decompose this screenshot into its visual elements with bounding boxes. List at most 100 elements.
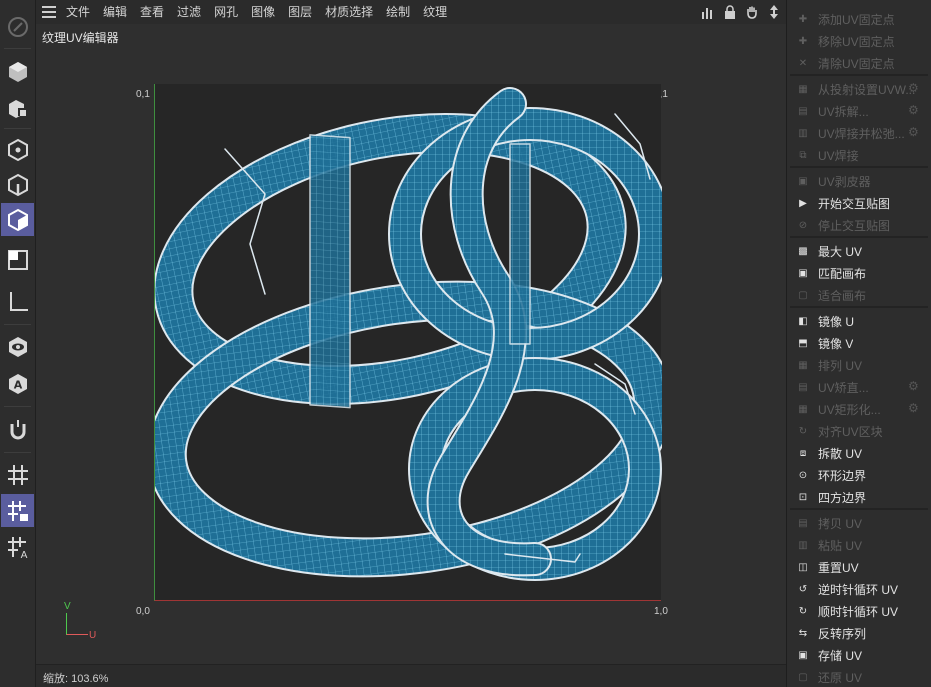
panel-separator — [790, 74, 928, 76]
command-label: 移除UV固定点 — [818, 34, 895, 49]
histogram-icon[interactable] — [700, 4, 716, 20]
command-stop: ⊘ 停止交互贴图 — [790, 214, 928, 236]
menu-layer[interactable]: 图层 — [288, 0, 312, 24]
menu-image[interactable]: 图像 — [251, 0, 275, 24]
command-label: UV拆解... — [818, 104, 869, 119]
menu-material-select[interactable]: 材质选择 — [325, 0, 373, 24]
left-toolbar: A A — [0, 0, 36, 687]
uv-canvas[interactable] — [146, 84, 674, 601]
lock-icon[interactable] — [722, 4, 738, 20]
move-vertical-icon[interactable] — [766, 4, 782, 20]
gear-icon[interactable]: ⚙ — [908, 379, 924, 395]
gear-icon[interactable]: ⚙ — [908, 103, 924, 119]
command-label: 添加UV固定点 — [818, 12, 895, 27]
command-reset[interactable]: ◫ 重置UV — [790, 556, 928, 578]
command-label: UV剥皮器 — [818, 174, 871, 189]
command-label: 镜像 V — [818, 336, 854, 351]
command-square-border[interactable]: ⊡ 四方边界 — [790, 486, 928, 508]
magnet-icon[interactable] — [1, 413, 34, 446]
rotate-cw-icon: ↻ — [798, 605, 808, 617]
hand-pan-icon[interactable] — [744, 4, 760, 20]
polygon-mode-icon[interactable] — [1, 203, 34, 236]
menu-paint[interactable]: 绘制 — [386, 0, 410, 24]
command-rotate-cw[interactable]: ↻ 顺时针循环 UV — [790, 600, 928, 622]
menu-edit[interactable]: 编辑 — [103, 0, 127, 24]
command-pin-remove: ✚ 移除UV固定点 — [790, 30, 928, 52]
pin-remove-icon: ✚ — [798, 35, 808, 47]
command-match-canvas[interactable]: ▣ 匹配画布 — [790, 262, 928, 284]
command-save[interactable]: ▣ 存储 UV — [790, 644, 928, 666]
circle-border-icon: ⊙ — [798, 469, 808, 481]
panel-separator — [790, 306, 928, 308]
command-peeler: ▣ UV剥皮器 — [790, 170, 928, 192]
projection-icon: ▦ — [798, 83, 808, 95]
axis-mode-icon[interactable] — [1, 285, 34, 318]
visibility-icon[interactable] — [1, 330, 34, 363]
command-label: 四方边界 — [818, 490, 867, 505]
command-pin-add: ✚ 添加UV固定点 — [790, 8, 928, 30]
gear-icon[interactable]: ⚙ — [908, 401, 924, 417]
command-unwrap: ▤ UV拆解... ⚙ — [790, 100, 928, 122]
command-label: 还原 UV — [818, 670, 863, 685]
command-label: 适合画布 — [818, 288, 867, 303]
menu-filter[interactable]: 过滤 — [177, 0, 201, 24]
menu-texture[interactable]: 纹理 — [423, 0, 447, 24]
gear-icon[interactable]: ⚙ — [908, 125, 924, 141]
menu-view[interactable]: 查看 — [140, 0, 164, 24]
corner-label-bottom-left: 0,0 — [136, 606, 150, 617]
edge-mode-icon[interactable] — [1, 168, 34, 201]
weld-icon: ⧉ — [799, 149, 807, 161]
command-label: 镜像 U — [818, 314, 855, 329]
command-weld: ⧉ UV焊接 — [790, 144, 928, 166]
command-label: 粘贴 UV — [818, 538, 863, 553]
command-label: 最大 UV — [818, 244, 863, 259]
cube-mode-icon[interactable] — [1, 55, 34, 88]
command-play[interactable]: ▶ 开始交互贴图 — [790, 192, 928, 214]
menu-mesh[interactable]: 网孔 — [214, 0, 238, 24]
point-mode-icon[interactable] — [1, 133, 34, 166]
reset-icon: ◫ — [798, 561, 808, 573]
command-label: 环形边界 — [818, 468, 867, 483]
uv-viewport[interactable]: 纹理UV编辑器 0,1 1,1 0,0 1,0 — [36, 24, 786, 664]
command-label: 清除UV固定点 — [818, 56, 895, 71]
panel-separator — [790, 236, 928, 238]
command-mirror-u[interactable]: ◧ 镜像 U — [790, 310, 928, 332]
menu-bar: 文件 编辑 查看 过滤 网孔 图像 图层 材质选择 绘制 纹理 — [36, 0, 786, 24]
command-pin-clear: ✕ 清除UV固定点 — [790, 52, 928, 74]
command-arrange: ▦ 排列 UV — [790, 354, 928, 376]
command-maximize[interactable]: ▩ 最大 UV — [790, 240, 928, 262]
unwrap-icon: ▤ — [798, 105, 808, 117]
object-mode-icon[interactable] — [1, 92, 34, 125]
arrange-icon: ▦ — [798, 359, 808, 371]
command-label: 停止交互贴图 — [818, 218, 891, 233]
command-rotate-ccw[interactable]: ↺ 逆时针循环 UV — [790, 578, 928, 600]
command-reverse[interactable]: ⇆ 反转序列 — [790, 622, 928, 644]
peeler-icon: ▣ — [798, 175, 808, 187]
command-circle-border[interactable]: ⊙ 环形边界 — [790, 464, 928, 486]
command-rectangularize: ▦ UV矩形化... ⚙ — [790, 398, 928, 420]
texture-tag-icon[interactable]: A — [1, 367, 34, 400]
command-break[interactable]: ⧈ 拆散 UV — [790, 442, 928, 464]
play-icon: ▶ — [799, 197, 807, 209]
command-mirror-v[interactable]: ⬒ 镜像 V — [790, 332, 928, 354]
axis-v-label: V — [64, 601, 71, 612]
viewport-title: 纹理UV编辑器 — [42, 31, 119, 45]
command-label: 从投射设置UVW... — [818, 82, 916, 97]
texture-mode-icon[interactable] — [1, 243, 34, 276]
brush-icon[interactable] — [1, 10, 34, 43]
status-bar: 缩放: 103.6% — [36, 664, 786, 687]
grid-icon[interactable] — [1, 458, 34, 491]
menu-file[interactable]: 文件 — [66, 0, 90, 24]
command-label: UV焊接 — [818, 148, 859, 163]
command-projection: ▦ 从投射设置UVW... ⚙ — [790, 78, 928, 100]
match-canvas-icon: ▣ — [798, 267, 808, 279]
uv-commands-panel: ✚ 添加UV固定点 ✚ 移除UV固定点 ✕ 清除UV固定点 ▦ 从投射设置UVW... ⚙ ▤ UV… — [786, 0, 931, 687]
weld-relax-icon: ▥ — [798, 127, 808, 139]
gear-icon[interactable]: ⚙ — [908, 81, 924, 97]
grid-lock-icon[interactable] — [1, 494, 34, 527]
hamburger-menu-icon[interactable] — [42, 6, 56, 18]
stop-icon: ⊘ — [798, 219, 808, 231]
svg-text:A: A — [20, 550, 27, 559]
grid-snap-icon[interactable]: A — [1, 530, 34, 563]
straighten-icon: ▤ — [798, 381, 808, 393]
